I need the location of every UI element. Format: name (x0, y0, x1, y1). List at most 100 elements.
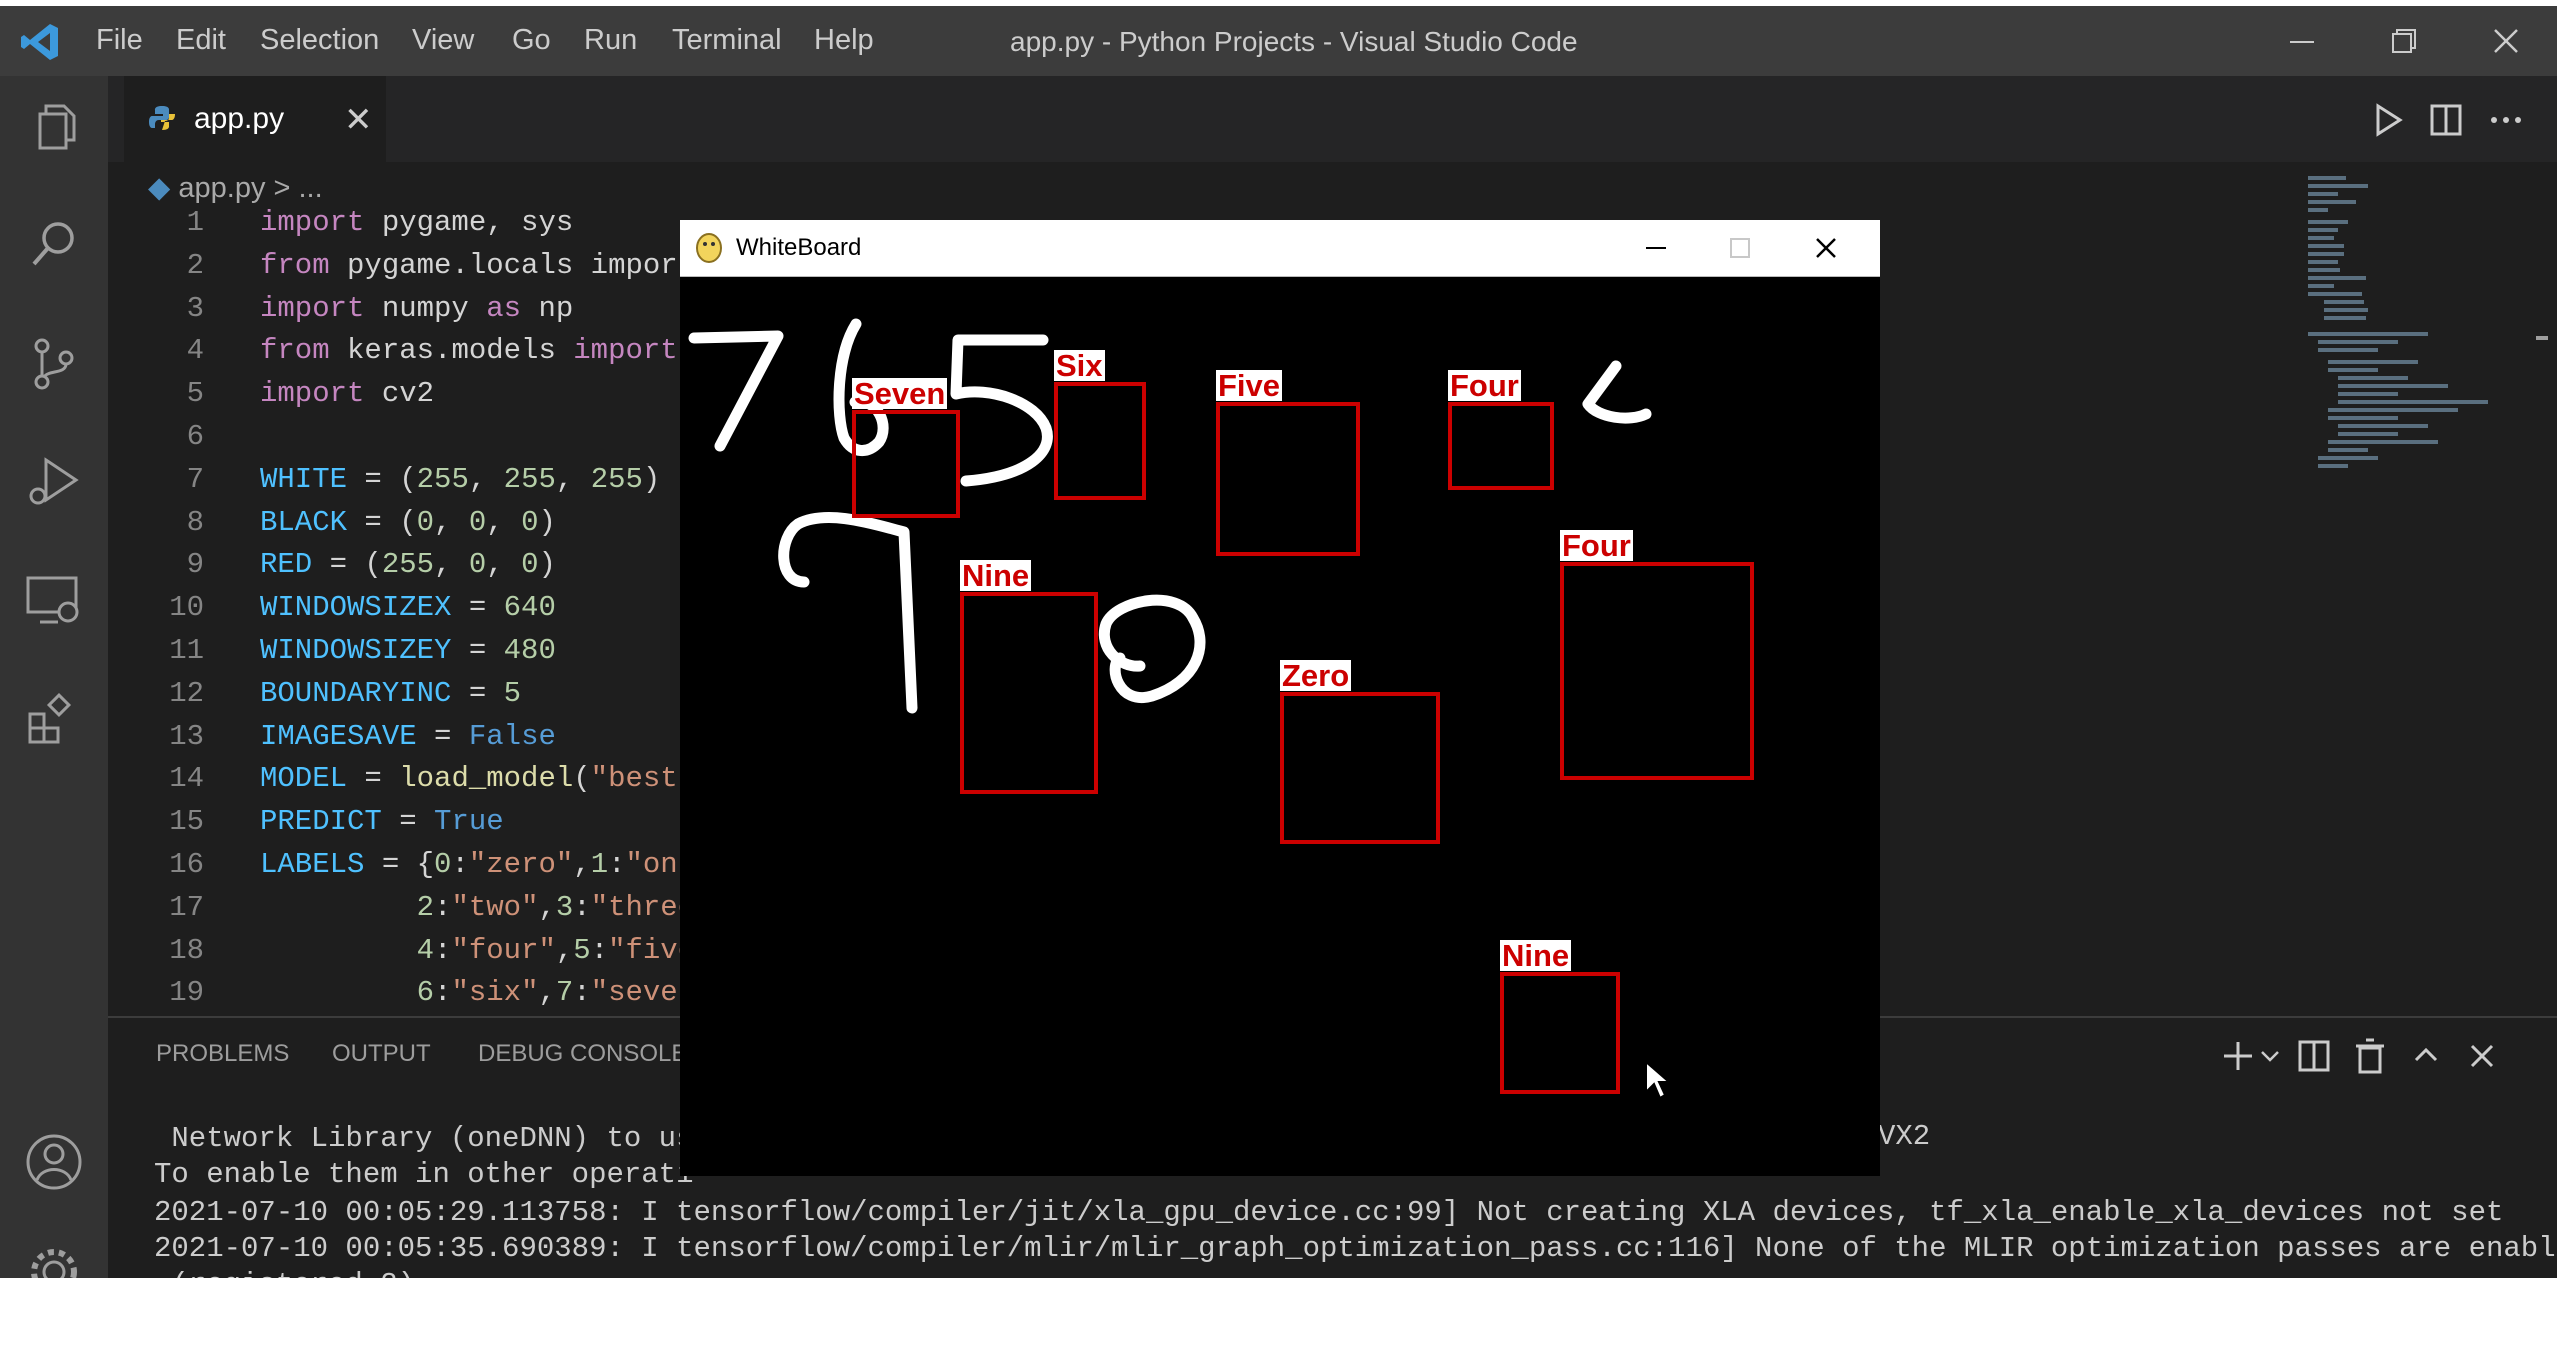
terminal-line-tail: VX2 (1878, 1120, 1931, 1153)
close-panel-icon[interactable] (2462, 1036, 2502, 1076)
maximize-icon[interactable] (1720, 228, 1760, 268)
detection-label: Four (1560, 528, 1633, 563)
terminal-line: 2021-07-10 00:05:35.690389: I tensorflow… (154, 1232, 2557, 1265)
close-icon[interactable] (1806, 228, 1846, 268)
line-number: 2 (186, 248, 204, 282)
line-number: 11 (169, 634, 204, 667)
new-terminal-icon[interactable] (2218, 1036, 2258, 1076)
window-title: app.py - Python Projects - Visual Studio… (1010, 26, 1578, 57)
detection-label: Seven (852, 376, 948, 411)
line-number: 9 (186, 548, 204, 582)
code-line: BLACK = (0, 0, 0) (260, 505, 556, 539)
maximize-panel-icon[interactable] (2406, 1036, 2446, 1076)
whiteboard-title: WhiteBoard (736, 234, 862, 261)
terminal-line: 2021-07-10 00:05:29.113758: I tensorflow… (154, 1196, 2504, 1229)
code-line: 4:"four",5:"five (416, 933, 696, 967)
code-line: WHITE = (255, 255, 255) (260, 462, 661, 496)
line-number: 17 (169, 890, 204, 924)
code-line: from pygame.locals impor (260, 248, 678, 282)
detection-box (1500, 972, 1620, 1094)
detection-label: Four (1448, 368, 1521, 403)
detection-label: Zero (1280, 658, 1352, 693)
menu-go[interactable]: Go (512, 24, 551, 57)
code-line: MODEL = load_model("best (260, 762, 678, 796)
terminal-line: Network Library (oneDNN) to use (154, 1122, 711, 1155)
code-line: from keras.models import (260, 334, 678, 368)
trash-icon[interactable] (2350, 1036, 2390, 1076)
pygame-snake-icon (696, 233, 722, 263)
menu-edit[interactable]: Edit (176, 24, 226, 57)
tab-output[interactable]: OUTPUT (332, 1040, 431, 1068)
tab-label: app.py (194, 102, 285, 135)
vscode-window: File Edit Selection View Go Run Terminal… (0, 6, 2557, 1278)
code-line: 6:"six",7:"seven (416, 976, 696, 1010)
account-icon[interactable] (22, 1130, 86, 1194)
menu-selection[interactable]: Selection (260, 24, 379, 57)
split-editor-icon[interactable] (2426, 100, 2466, 140)
code-line: BOUNDARYINC = 5 (260, 676, 522, 710)
detection-label: Nine (960, 558, 1032, 593)
detection-box (1216, 402, 1360, 556)
line-number: 1 (186, 206, 204, 239)
remote-explorer-icon[interactable] (22, 568, 86, 632)
search-icon[interactable] (22, 214, 86, 278)
extensions-icon[interactable] (22, 686, 86, 750)
line-number: 6 (186, 420, 204, 453)
code-line: import pygame, sys (260, 206, 574, 239)
settings-gear-icon[interactable] (22, 1240, 86, 1278)
minimap[interactable] (2308, 176, 2548, 576)
menu-file[interactable]: File (96, 24, 143, 57)
line-number: 12 (169, 676, 204, 710)
detection-box (852, 410, 960, 518)
terminal-line: To enable them in other operati (154, 1158, 694, 1191)
terminal-line: (registered 2) (154, 1268, 415, 1278)
code-line: PREDICT = True (260, 805, 504, 839)
line-number: 8 (186, 505, 204, 539)
close-icon[interactable] (2482, 18, 2530, 64)
code-line: IMAGESAVE = False (260, 719, 556, 753)
python-file-icon (149, 106, 175, 130)
more-actions-icon[interactable] (2486, 100, 2526, 140)
detection-label: Five (1216, 368, 1283, 403)
menu-run[interactable]: Run (584, 24, 637, 57)
line-number: 4 (186, 334, 204, 368)
whiteboard-title-bar: WhiteBoard (680, 220, 1880, 277)
detection-box (1448, 402, 1554, 490)
restore-icon[interactable] (2380, 18, 2428, 64)
drawing-canvas[interactable]: Seven Six Five Four Nine Zero Four Nine (680, 276, 1880, 1176)
line-number: 10 (169, 591, 204, 625)
tab-debug-console[interactable]: DEBUG CONSOLE (478, 1040, 687, 1068)
detection-label: Six (1054, 348, 1105, 383)
menu-view[interactable]: View (412, 24, 474, 57)
source-control-icon[interactable] (22, 332, 86, 396)
line-number: 13 (169, 719, 204, 753)
minimize-icon[interactable] (1636, 228, 1676, 268)
breadcrumb[interactable]: ◆ app.py > ... (148, 170, 323, 205)
minimize-icon[interactable] (2278, 18, 2326, 64)
line-number: 3 (186, 291, 204, 325)
code-line: 2:"two",3:"three (416, 890, 696, 924)
code-line: import cv2 (260, 377, 435, 411)
split-terminal-icon[interactable] (2294, 1036, 2334, 1076)
tab-problems[interactable]: PROBLEMS (156, 1040, 289, 1068)
code-line: WINDOWSIZEY = 480 (260, 634, 556, 667)
python-file-icon: ◆ (148, 172, 171, 204)
code-line: RED = (255, 0, 0) (260, 548, 556, 582)
detection-box (1560, 562, 1754, 780)
run-debug-icon[interactable] (22, 450, 86, 514)
line-number: 5 (186, 377, 204, 411)
run-file-icon[interactable] (2368, 100, 2408, 140)
detection-box (1054, 382, 1146, 500)
menu-help[interactable]: Help (814, 24, 874, 57)
detection-box (960, 592, 1098, 794)
menu-terminal[interactable]: Terminal (672, 24, 782, 57)
explorer-icon[interactable] (22, 96, 86, 160)
whiteboard-window[interactable]: WhiteBoard Seven Six Five Four Nine Zero… (680, 220, 1880, 1176)
breadcrumb-path: app.py > ... (178, 172, 323, 204)
line-number: 14 (169, 762, 204, 796)
code-line: LABELS = {0:"zero",1:"on (260, 848, 678, 881)
tab-close-icon[interactable]: ✕ (344, 100, 373, 140)
tab-app-py[interactable]: app.py ✕ (124, 76, 386, 162)
mouse-cursor-icon (1645, 1060, 1670, 1100)
chevron-down-icon[interactable] (2258, 1036, 2282, 1076)
